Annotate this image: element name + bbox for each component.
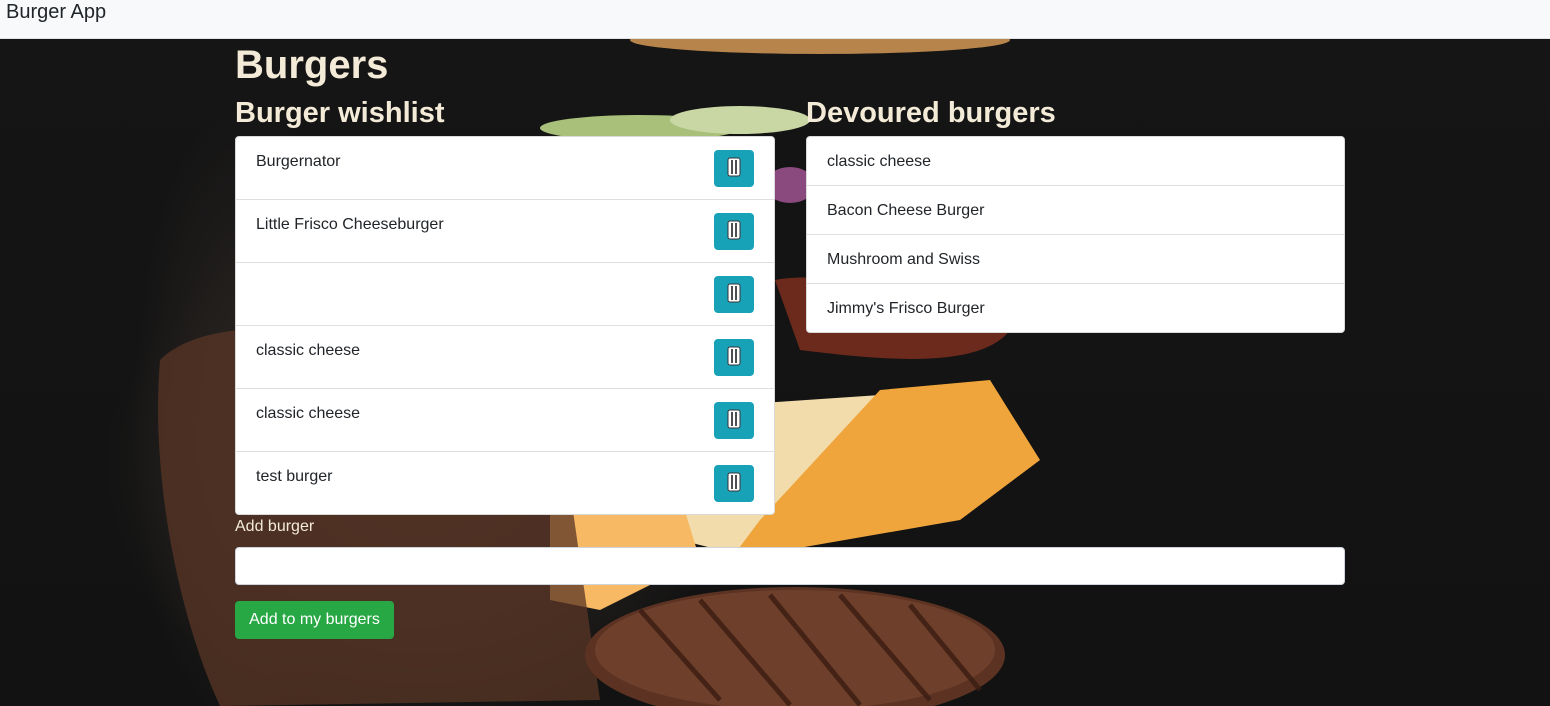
devour-button[interactable] xyxy=(714,339,754,376)
list-item: Jimmy's Frisco Burger xyxy=(807,284,1344,332)
list-item: Mushroom and Swiss xyxy=(807,235,1344,284)
devour-button[interactable] xyxy=(714,276,754,313)
fork-knife-icon xyxy=(727,220,741,243)
add-burger-button[interactable]: Add to my burgers xyxy=(235,601,394,639)
fork-knife-icon xyxy=(727,346,741,369)
navbar: Burger App xyxy=(0,0,1550,39)
list-item: classic cheese xyxy=(236,326,774,389)
list-item: classic cheese xyxy=(236,389,774,452)
burger-name: classic cheese xyxy=(256,405,361,422)
page-title: Burgers xyxy=(235,43,389,87)
burger-name: Jimmy's Frisco Burger xyxy=(827,300,985,317)
fork-knife-icon xyxy=(727,157,741,180)
burger-name: Bacon Cheese Burger xyxy=(827,202,985,219)
list-item: test burger xyxy=(236,452,774,514)
devoured-list: classic cheese Bacon Cheese Burger Mushr… xyxy=(806,136,1345,333)
fork-knife-icon xyxy=(727,409,741,432)
burger-name: classic cheese xyxy=(827,153,932,170)
devour-button[interactable] xyxy=(714,465,754,502)
burger-name: Little Frisco Cheeseburger xyxy=(256,216,444,233)
devour-button[interactable] xyxy=(714,402,754,439)
wishlist-list: Burgernator Little Frisco Cheeseburger c… xyxy=(235,136,775,515)
burger-name-input[interactable] xyxy=(235,547,1345,585)
burger-name: Mushroom and Swiss xyxy=(827,251,980,268)
devoured-title: Devoured burgers xyxy=(806,97,1056,129)
burger-name: Burgernator xyxy=(256,153,341,170)
fork-knife-icon xyxy=(727,472,741,495)
list-item: Little Frisco Cheeseburger xyxy=(236,200,774,263)
devour-button[interactable] xyxy=(714,213,754,250)
burger-name: classic cheese xyxy=(256,342,361,359)
add-burger-label: Add burger xyxy=(235,518,315,535)
devour-button[interactable] xyxy=(714,150,754,187)
list-item: classic cheese xyxy=(807,137,1344,186)
navbar-brand[interactable]: Burger App xyxy=(6,1,106,24)
list-item: Burgernator xyxy=(236,137,774,200)
wishlist-title: Burger wishlist xyxy=(235,97,445,129)
burger-name: test burger xyxy=(256,468,333,485)
list-item: Bacon Cheese Burger xyxy=(807,186,1344,235)
fork-knife-icon xyxy=(727,283,741,306)
list-item xyxy=(236,263,774,326)
